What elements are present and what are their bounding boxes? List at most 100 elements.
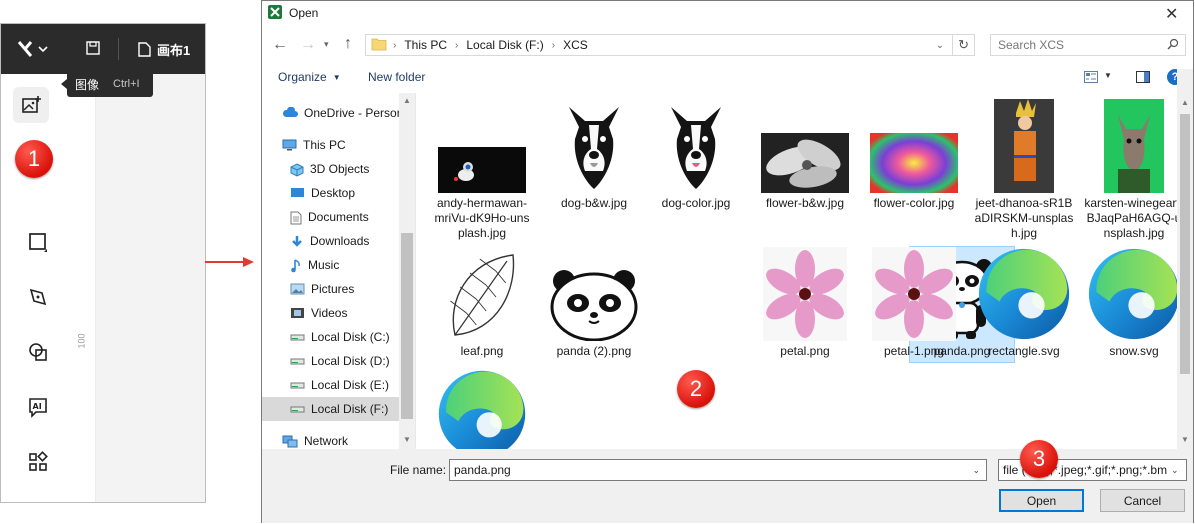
apps-grid-icon [29, 451, 48, 471]
file-scrollbar[interactable]: ▲ ▼ [1177, 69, 1193, 449]
address-bar[interactable]: › This PC › Local Disk (F:) › XCS ⌄ ↻ [365, 34, 975, 56]
image-add-icon [22, 96, 41, 113]
nav-item-label: Network [304, 434, 349, 448]
cube-icon [290, 163, 304, 177]
nav-item-label: Local Disk (F:) [311, 402, 389, 416]
scroll-down-icon[interactable]: ▼ [1181, 435, 1189, 444]
file-item[interactable] [432, 365, 532, 449]
nav-scrollbar[interactable]: ▲ ▼ [399, 93, 415, 449]
file-item[interactable]: karsten-winegeart-BJaqPaH6AGQ-unsplash.j… [1084, 99, 1177, 241]
nav-item-this-pc[interactable]: This PC [262, 133, 399, 157]
canvas-tab[interactable]: 画布1 [138, 40, 190, 59]
image-tool-button[interactable] [13, 87, 49, 123]
nav-item-local-disk-e[interactable]: Local Disk (E:) [262, 373, 399, 397]
search-icon[interactable] [1167, 38, 1179, 53]
search-box[interactable]: Search XCS [990, 34, 1186, 56]
file-item[interactable]: petal.png [755, 247, 855, 359]
view-options-icon[interactable] [1084, 71, 1098, 86]
breadcrumb-separator-icon: › [393, 39, 397, 51]
nav-item-onedrive-person[interactable]: OneDrive - Person [262, 101, 403, 125]
file-name: karsten-winegeart-BJaqPaH6AGQ-unsplash.j… [1084, 196, 1177, 240]
file-item[interactable]: flower-color.jpg [864, 99, 964, 211]
flower-color-thumbnail [864, 99, 964, 193]
file-item[interactable]: rectangle.svg [974, 247, 1074, 359]
save-icon[interactable] [85, 40, 101, 59]
file-item[interactable]: dog-b&w.jpg [544, 99, 644, 211]
apps-tool-button[interactable] [20, 444, 56, 480]
file-item[interactable]: andy-hermawan-mriVu-dK9Ho-unsplash.jpg [432, 99, 532, 241]
file-item[interactable]: flower-b&w.jpg [755, 99, 855, 211]
breadcrumb-separator-icon: › [551, 39, 556, 51]
scroll-up-icon[interactable]: ▲ [1181, 98, 1189, 107]
file-item[interactable]: snow.svg [1084, 247, 1177, 359]
cancel-button[interactable]: Cancel [1100, 489, 1185, 512]
file-item[interactable]: dog-color.jpg [646, 99, 746, 211]
file-item[interactable]: leaf.png [432, 247, 532, 359]
address-dropdown-chevron-icon[interactable]: ⌄ [936, 40, 944, 51]
nav-item-pictures[interactable]: Pictures [262, 277, 399, 301]
combine-shapes-button[interactable] [20, 334, 56, 370]
up-arrow-icon[interactable]: ↑ [344, 35, 352, 53]
app-logo-icon[interactable] [17, 40, 51, 61]
refresh-icon[interactable]: ↻ [958, 37, 969, 53]
search-placeholder: Search XCS [998, 38, 1065, 52]
close-icon[interactable]: ✕ [1165, 4, 1178, 24]
recent-chevron-icon[interactable]: ▾ [324, 39, 329, 50]
step-marker-3: 3 [1020, 440, 1058, 478]
file-scroll-thumb[interactable] [1180, 114, 1190, 374]
astronaut-thumbnail [432, 99, 532, 193]
nav-item-documents[interactable]: Documents [262, 205, 399, 229]
file-name-chevron-icon[interactable]: ⌄ [972, 465, 980, 476]
drive-icon [290, 379, 305, 391]
nav-item-videos[interactable]: Videos [262, 301, 399, 325]
scroll-up-icon[interactable]: ▲ [403, 96, 411, 105]
nav-scroll-thumb[interactable] [401, 233, 413, 419]
back-arrow-icon[interactable]: ← [272, 36, 288, 54]
ai-tool-button[interactable]: AI [20, 389, 56, 425]
tooltip-label: 图像 [75, 77, 100, 92]
file-name: flower-color.jpg [873, 196, 955, 210]
nav-item-3d-objects[interactable]: 3D Objects [262, 157, 399, 181]
excel-app-icon [268, 5, 282, 22]
nav-item-local-disk-d[interactable]: Local Disk (D:) [262, 349, 399, 373]
nav-item-downloads[interactable]: Downloads [262, 229, 399, 253]
file-name-input[interactable]: panda.png ⌄ [449, 459, 987, 481]
preview-pane-icon[interactable] [1136, 71, 1150, 86]
file-name: panda (2).png [556, 344, 632, 358]
file-item[interactable]: jeet-dhanoa-sR1BaDIRSKM-unsplash.jpg [974, 99, 1074, 241]
image-tooltip: 图像 Ctrl+I [67, 71, 153, 97]
file-name: andy-hermawan-mriVu-dK9Ho-unsplash.jpg [434, 196, 530, 240]
nav-item-label: Local Disk (E:) [311, 378, 390, 392]
file-type-chevron-icon: ⌄ [1171, 464, 1179, 475]
scroll-down-icon[interactable]: ▼ [403, 435, 411, 444]
open-button[interactable]: Open [999, 489, 1084, 512]
nav-item-music[interactable]: Music [262, 253, 399, 277]
breadcrumb-this-pc[interactable]: This PC [404, 38, 447, 52]
pen-tool-button[interactable] [20, 279, 56, 315]
breadcrumb-local-disk[interactable]: Local Disk (F:) [466, 38, 543, 52]
nav-item-label: Downloads [310, 234, 370, 248]
file-item[interactable]: panda (2).png [544, 247, 644, 359]
shape-tool-button[interactable] [20, 224, 56, 260]
nav-item-label: This PC [303, 138, 346, 152]
file-item[interactable]: petal-1.png [864, 247, 964, 359]
organize-menu[interactable]: Organize ▼ [278, 70, 341, 84]
navigation-pane: OneDrive - Person This PC 3D Objects Deskto… [262, 93, 416, 449]
file-name: petal.png [780, 344, 830, 358]
breadcrumb-separator-icon: › [455, 39, 459, 51]
leaf-thumbnail [432, 247, 532, 341]
view-chevron-icon[interactable]: ▼ [1104, 71, 1112, 80]
new-folder-button[interactable]: New folder [368, 70, 425, 84]
nav-item-local-disk-f[interactable]: Local Disk (F:) [262, 397, 399, 421]
snow-svg-thumbnail [1084, 247, 1177, 341]
dog-color-thumbnail [646, 99, 746, 193]
dog-bw-thumbnail [544, 99, 644, 193]
breadcrumb-xcs[interactable]: XCS [563, 38, 588, 52]
nav-item-local-disk-c[interactable]: Local Disk (C:) [262, 325, 399, 349]
nav-item-desktop[interactable]: Desktop [262, 181, 399, 205]
file-name-value: panda.png [454, 463, 511, 477]
forward-arrow-icon[interactable]: → [300, 36, 316, 54]
folder-icon [371, 37, 387, 54]
nav-item-network[interactable]: Network [262, 429, 399, 449]
canvas-area[interactable] [96, 74, 205, 502]
